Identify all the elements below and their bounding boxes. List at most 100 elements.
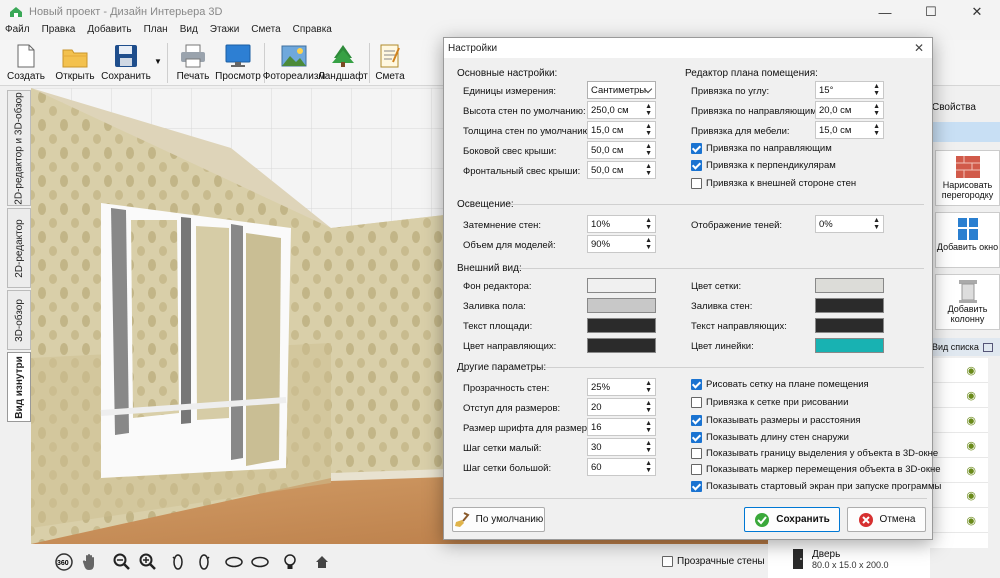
area-text-swatch[interactable] bbox=[587, 318, 656, 333]
shadows-stepper[interactable]: 0% ▲ ▼ bbox=[815, 215, 884, 233]
front-overhang-stepper[interactable]: 50,0 см ▲ ▼ bbox=[587, 161, 656, 179]
floor-fill-swatch[interactable] bbox=[587, 298, 656, 313]
eye-icon[interactable]: ◉ bbox=[966, 489, 976, 502]
tab-properties[interactable]: Свойства bbox=[930, 96, 1000, 118]
ruler-color-swatch[interactable] bbox=[815, 338, 884, 353]
show-start-screen-option[interactable]: Показывать стартовый экран при запуске п… bbox=[691, 481, 941, 492]
tab-2d-editor[interactable]: 2D-редактор bbox=[7, 208, 31, 288]
tab-3d-view[interactable]: 3D-обзор bbox=[7, 290, 31, 350]
snap-outer-wall-option[interactable]: Привязка к внешней стороне стен bbox=[691, 178, 856, 189]
units-select[interactable]: Сантиметры bbox=[587, 81, 656, 99]
list-scrollbar[interactable] bbox=[990, 358, 1000, 548]
show-selection-border-checkbox[interactable] bbox=[691, 448, 702, 459]
show-move-marker-option[interactable]: Показывать маркер перемещения объекта в … bbox=[691, 464, 941, 475]
show-dimensions-option[interactable]: Показывать размеры и расстояния bbox=[691, 415, 861, 426]
photorealism-button[interactable]: Фотореализм bbox=[263, 40, 325, 86]
wall-fill-swatch[interactable] bbox=[815, 298, 884, 313]
editor-bg-swatch[interactable] bbox=[587, 278, 656, 293]
eye-icon[interactable]: ◉ bbox=[966, 439, 976, 452]
tab-inside-view[interactable]: Вид изнутри bbox=[7, 352, 31, 422]
eye-icon[interactable]: ◉ bbox=[966, 364, 976, 377]
stepper-arrows-icon[interactable]: ▲ ▼ bbox=[645, 440, 652, 454]
preview-button[interactable]: Просмотр bbox=[215, 40, 261, 86]
print-button[interactable]: Печать bbox=[171, 40, 215, 86]
defaults-button[interactable]: По умолчанию bbox=[452, 507, 545, 532]
snap-perpendicular-checkbox[interactable] bbox=[691, 160, 702, 171]
save-toolbar-button[interactable]: Сохранить bbox=[100, 40, 152, 86]
minimize-button[interactable]: — bbox=[862, 0, 908, 24]
maximize-button[interactable]: ☐ bbox=[908, 0, 954, 24]
grid-small-stepper[interactable]: 30 ▲ ▼ bbox=[587, 438, 656, 456]
dialog-close-icon[interactable]: ✕ bbox=[914, 41, 924, 55]
list-view-header[interactable]: Вид списка bbox=[930, 338, 1000, 356]
stepper-arrows-icon[interactable]: ▲ ▼ bbox=[645, 217, 652, 231]
draw-grid-checkbox[interactable] bbox=[691, 379, 702, 390]
guide-snap-stepper[interactable]: 20,0 см ▲ ▼ bbox=[815, 101, 884, 119]
guide-color-swatch[interactable] bbox=[587, 338, 656, 353]
stepper-arrows-icon[interactable]: ▲ ▼ bbox=[645, 460, 652, 474]
wall-transparency-stepper[interactable]: 25% ▲ ▼ bbox=[587, 378, 656, 396]
show-start-screen-checkbox[interactable] bbox=[691, 481, 702, 492]
snap-guides-option[interactable]: Привязка по направляющим bbox=[691, 143, 832, 154]
snap-perpendicular-option[interactable]: Привязка к перпендикулярам bbox=[691, 160, 836, 171]
stepper-arrows-icon[interactable]: ▲ ▼ bbox=[645, 420, 652, 434]
save-dropdown-arrow[interactable]: ▼ bbox=[152, 40, 164, 86]
list-item[interactable]: ◉ bbox=[930, 408, 988, 433]
dim-offset-stepper[interactable]: 20 ▲ ▼ bbox=[587, 398, 656, 416]
tilt-up-button[interactable] bbox=[223, 551, 245, 573]
cancel-button[interactable]: Отмена bbox=[847, 507, 926, 532]
snap-outer-wall-checkbox[interactable] bbox=[691, 178, 702, 189]
menu-plan[interactable]: План bbox=[144, 24, 168, 40]
snap-grid-checkbox[interactable] bbox=[691, 397, 702, 408]
rotate-left-button[interactable] bbox=[167, 551, 189, 573]
stepper-arrows-icon[interactable]: ▲ ▼ bbox=[645, 143, 652, 157]
draw-partition-button[interactable]: Нарисовать перегородку bbox=[935, 150, 1000, 206]
pan-hand-button[interactable] bbox=[79, 551, 101, 573]
stepper-arrows-icon[interactable]: ▲ ▼ bbox=[873, 103, 880, 117]
menu-floors[interactable]: Этажи bbox=[210, 24, 240, 40]
stepper-arrows-icon[interactable]: ▲ ▼ bbox=[645, 103, 652, 117]
eye-icon[interactable]: ◉ bbox=[966, 414, 976, 427]
add-window-button[interactable]: Добавить окно bbox=[935, 212, 1000, 268]
tab-2d-and-3d[interactable]: 2D-редактор и 3D-обзор bbox=[7, 90, 31, 206]
estimate-button[interactable]: Смета bbox=[373, 40, 407, 86]
light-button[interactable] bbox=[279, 551, 301, 573]
tilt-down-button[interactable] bbox=[249, 551, 271, 573]
list-item[interactable]: ◉ bbox=[930, 433, 988, 458]
add-column-button[interactable]: Добавить колонну bbox=[935, 274, 1000, 330]
angle-snap-stepper[interactable]: 15° ▲ ▼ bbox=[815, 81, 884, 99]
show-wall-length-option[interactable]: Показывать длину стен снаружи bbox=[691, 432, 849, 443]
stepper-arrows-icon[interactable]: ▲ ▼ bbox=[645, 237, 652, 251]
door-list-item[interactable]: Дверь 80.0 x 15.0 x 200.0 bbox=[768, 540, 930, 578]
menu-help[interactable]: Справка bbox=[293, 24, 332, 40]
transparent-walls-checkbox[interactable] bbox=[662, 556, 673, 567]
landscape-button[interactable]: Ландшафт bbox=[318, 40, 368, 86]
wall-shading-stepper[interactable]: 10% ▲ ▼ bbox=[587, 215, 656, 233]
menu-view[interactable]: Вид bbox=[180, 24, 198, 40]
stepper-arrows-icon[interactable]: ▲ ▼ bbox=[645, 400, 652, 414]
save-settings-button[interactable]: Сохранить bbox=[744, 507, 840, 532]
menu-file[interactable]: Файл bbox=[5, 24, 30, 40]
open-button[interactable]: Открыть bbox=[50, 40, 100, 86]
grid-large-stepper[interactable]: 60 ▲ ▼ bbox=[587, 458, 656, 476]
menu-add[interactable]: Добавить bbox=[87, 24, 131, 40]
draw-grid-option[interactable]: Рисовать сетку на плане помещения bbox=[691, 379, 869, 390]
eye-icon[interactable]: ◉ bbox=[966, 464, 976, 477]
show-selection-border-option[interactable]: Показывать границу выделения у объекта в… bbox=[691, 448, 938, 459]
stepper-arrows-icon[interactable]: ▲ ▼ bbox=[645, 163, 652, 177]
stepper-arrows-icon[interactable]: ▲ ▼ bbox=[873, 123, 880, 137]
show-dimensions-checkbox[interactable] bbox=[691, 415, 702, 426]
grid-color-swatch[interactable] bbox=[815, 278, 884, 293]
stepper-arrows-icon[interactable]: ▲ ▼ bbox=[645, 380, 652, 394]
furniture-snap-stepper[interactable]: 15,0 см ▲ ▼ bbox=[815, 121, 884, 139]
transparent-walls-toggle[interactable]: Прозрачные стены bbox=[662, 556, 765, 567]
list-item[interactable]: ◉ bbox=[930, 383, 988, 408]
side-overhang-stepper[interactable]: 50,0 см ▲ ▼ bbox=[587, 141, 656, 159]
show-wall-length-checkbox[interactable] bbox=[691, 432, 702, 443]
stepper-arrows-icon[interactable]: ▲ ▼ bbox=[873, 217, 880, 231]
show-move-marker-checkbox[interactable] bbox=[691, 464, 702, 475]
wall-height-stepper[interactable]: 250,0 см ▲ ▼ bbox=[587, 101, 656, 119]
zoom-out-button[interactable] bbox=[111, 551, 133, 573]
menu-estimate[interactable]: Смета bbox=[251, 24, 280, 40]
eye-icon[interactable]: ◉ bbox=[966, 389, 976, 402]
